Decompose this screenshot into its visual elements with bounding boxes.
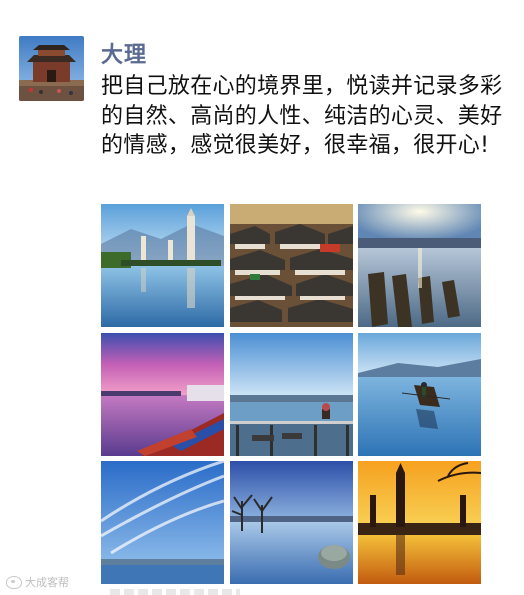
three-pagodas-reflection-photo <box>101 204 224 327</box>
lakeside-table-chairs-photo <box>230 333 353 456</box>
golden-pagodas-sunset-photo <box>358 461 481 584</box>
photo-9[interactable] <box>358 461 481 584</box>
photo-4[interactable] <box>101 333 224 456</box>
watermark: 大成客帮 <box>6 574 69 590</box>
post-text: 把自己放在心的境界里，悦读并记录多彩的自然、高尚的人性、纯洁的心灵、美好的情感，… <box>101 74 503 158</box>
user-avatar[interactable] <box>19 36 84 101</box>
photo-7[interactable] <box>101 461 224 584</box>
photo-1[interactable] <box>101 204 224 327</box>
watermark-text: 大成客帮 <box>25 576 69 589</box>
trees-in-water-photo <box>230 461 353 584</box>
pink-sunset-boats-photo <box>101 333 224 456</box>
old-town-rooftops-photo <box>230 204 353 327</box>
moments-post: 大理 把自己放在心的境界里，悦读并记录多彩的自然、高尚的人性、纯洁的心灵、美好的… <box>0 0 524 595</box>
lake-sunburst-boats-photo <box>358 204 481 327</box>
photo-3[interactable] <box>358 204 481 327</box>
fisherman-boat-lake-photo <box>358 333 481 456</box>
photo-2[interactable] <box>230 204 353 327</box>
blue-sky-clouds-photo <box>101 461 224 584</box>
weibo-icon <box>6 575 22 589</box>
username[interactable]: 大理 <box>101 37 147 69</box>
photo-5[interactable] <box>230 333 353 456</box>
photo-8[interactable] <box>230 461 353 584</box>
next-row-cutoff <box>110 589 240 595</box>
gate-tower-avatar-image <box>19 36 84 101</box>
photo-6[interactable] <box>358 333 481 456</box>
